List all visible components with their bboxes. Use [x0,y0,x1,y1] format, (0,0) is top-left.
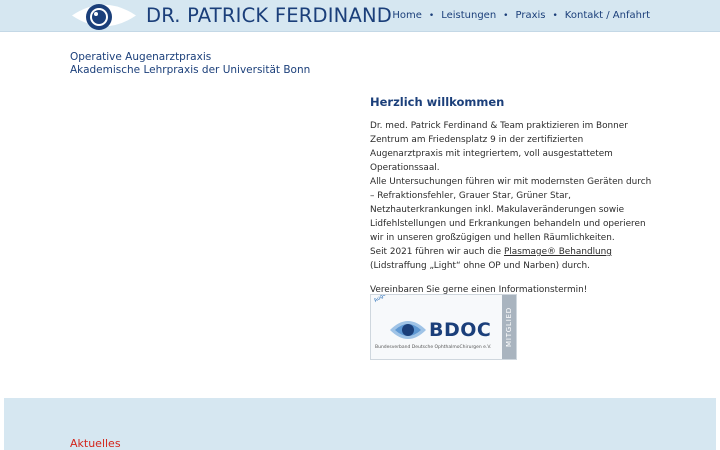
news-section: Aktuelles [4,398,716,450]
practice-type: Operative Augenarztpraxis [70,51,212,63]
eye-logo-icon [70,0,138,31]
badge-subtitle: Bundesverband Deutsche OphthalmoChirurge… [375,345,492,350]
main-nav: Home • Leistungen • Praxis • Kontakt / A… [392,0,650,31]
news-heading: Aktuelles [70,437,121,450]
intro-paragraph: Dr. med. Patrick Ferdinand & Team prakti… [370,121,628,173]
badge-side-label: MITGLIED [505,307,513,347]
nav-separator: • [503,10,509,21]
welcome-heading: Herzlich willkommen [370,95,505,109]
site-title[interactable]: DR. PATRICK FERDINAND [146,4,392,27]
nav-home[interactable]: Home [392,10,422,21]
plasmage-paragraph: Seit 2021 führen wir auch die Plasmage® … [370,245,655,273]
bdoc-member-badge[interactable]: Augenoperationen im Fokus BDOC Bundesver… [370,294,517,360]
practice-info: Operative Augenarztpraxis Akademische Le… [70,51,310,77]
plasmage-link[interactable]: Plasmage® Behandlung [504,247,612,257]
welcome-section: Herzlich willkommen Dr. med. Patrick Fer… [370,95,655,297]
nav-leistungen[interactable]: Leistungen [441,10,496,21]
plasmage-text-before: Seit 2021 führen wir auch die [370,247,504,257]
nav-separator: • [552,10,558,21]
nav-kontakt-anfahrt[interactable]: Kontakt / Anfahrt [565,10,650,21]
badge-arc-text: Augenoperationen im Fokus [373,295,434,304]
nav-praxis[interactable]: Praxis [515,10,545,21]
site-header: DR. PATRICK FERDINAND Home • Leistungen … [0,0,720,32]
plasmage-text-after: (Lidstraffung „Light“ ohne OP und Narben… [370,261,590,271]
practice-affiliation: Akademische Lehrpraxis der Universität B… [70,64,311,76]
nav-separator: • [428,10,435,21]
logo[interactable]: DR. PATRICK FERDINAND [70,0,392,31]
services-paragraph: Alle Untersuchungen führen wir mit moder… [370,177,652,243]
badge-name: BDOC [429,319,492,341]
badge-side-strip: MITGLIED [502,295,516,359]
bdoc-eye-icon [389,317,427,347]
